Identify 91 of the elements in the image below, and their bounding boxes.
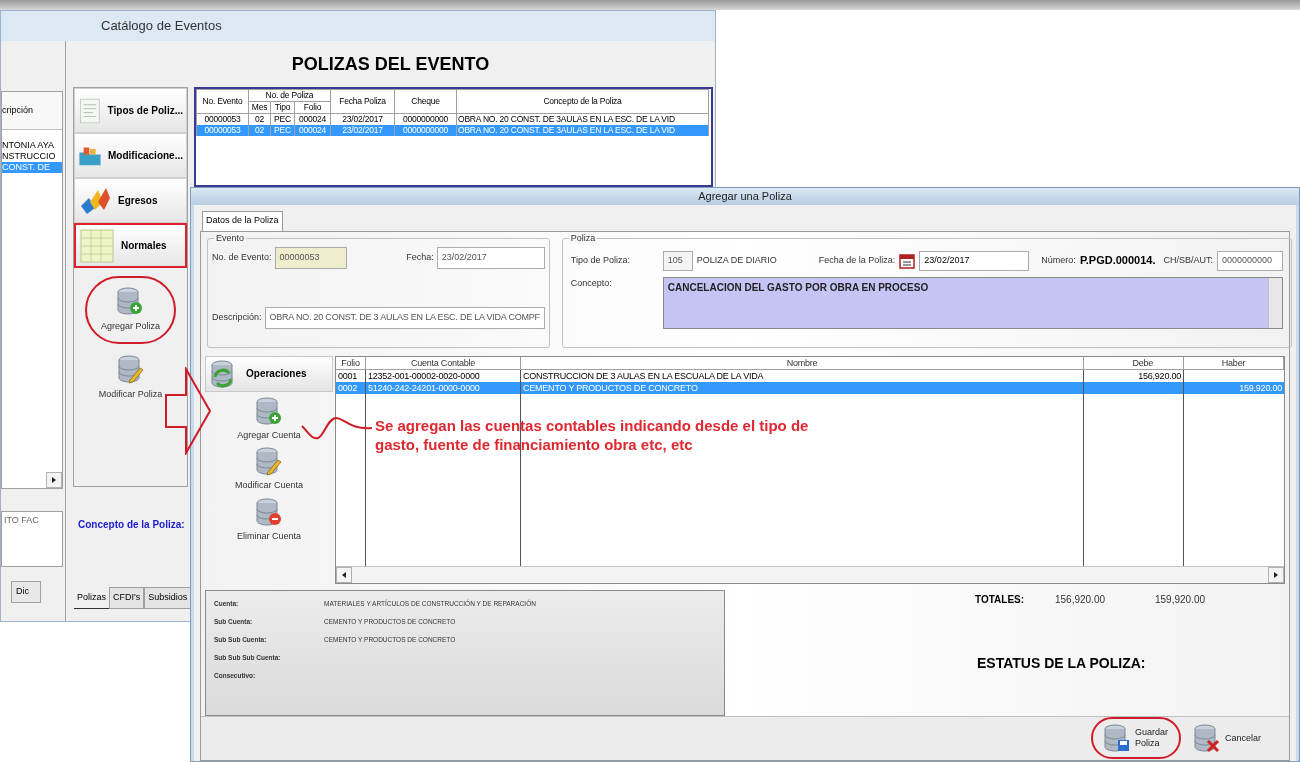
field-label: Descripción: bbox=[212, 310, 262, 324]
scroll-arrow-button[interactable] bbox=[1268, 566, 1284, 583]
database-icon bbox=[255, 496, 283, 527]
dialog-title: Agregar una Poliza bbox=[698, 189, 792, 204]
database-icon bbox=[1103, 723, 1131, 753]
tab[interactable]: Dic bbox=[11, 581, 41, 603]
type-name: POLIZA DE DIARIO bbox=[696, 253, 778, 267]
triangle-icon bbox=[340, 570, 348, 579]
table-row[interactable]: 0001 12352-001-00002-0020-0000 CONSTRUCCION DE 3 AULAS EN LA ESCUALA DE LA VIDA 156,920.00 bbox=[336, 369, 1284, 382]
table-cell-text: 159,920.00 bbox=[1238, 381, 1283, 394]
table-cell: 0000000000 bbox=[394, 125, 457, 136]
table-cell: 0002 bbox=[336, 381, 366, 394]
date-field[interactable]: 23/02/2017 bbox=[919, 250, 1030, 271]
action-button[interactable]: Agregar Poliza bbox=[100, 286, 160, 334]
field-label: Tipo de Poliza: bbox=[570, 253, 631, 267]
calendar-icon bbox=[899, 252, 916, 269]
database-icon bbox=[116, 286, 145, 316]
database-icon bbox=[1193, 723, 1221, 753]
action-button[interactable]: Agregar Cuenta bbox=[237, 395, 301, 442]
concept-label: Concepto de la Poliza: bbox=[78, 519, 185, 530]
totals-label: TOTALES: bbox=[975, 592, 1026, 607]
column-header: No. Evento bbox=[196, 89, 249, 114]
window-title: Catálogo de Eventos bbox=[101, 17, 222, 36]
policy-number: P.PGD.000014. bbox=[1079, 253, 1156, 269]
column-header: Concepto de la Poliza bbox=[456, 89, 709, 114]
action-button[interactable]: Modificar Cuenta bbox=[234, 446, 303, 493]
scrollbar[interactable] bbox=[1268, 277, 1283, 328]
tab[interactable]: Datos de la Poliza bbox=[202, 210, 283, 231]
table-cell: 51240-242-24201-0000-0000 bbox=[366, 381, 521, 394]
scroll-arrow-button[interactable] bbox=[46, 472, 62, 488]
status-label: ESTATUS DE LA POLIZA: bbox=[977, 654, 1146, 671]
column-header: Folio bbox=[294, 101, 331, 114]
triangle-icon bbox=[50, 476, 58, 484]
nav-button[interactable]: Modificacione... bbox=[74, 133, 187, 178]
concept-field[interactable]: CANCELACION DEL GASTO POR OBRA EN PROCESO bbox=[662, 276, 1284, 329]
table-cell: PEC bbox=[270, 125, 295, 136]
dialog-button[interactable]: Cancelar bbox=[1193, 723, 1259, 753]
total-debe: 156,920.00 bbox=[1055, 592, 1107, 607]
field-label: No. de Evento: bbox=[212, 250, 272, 264]
column-header: Cuenta Contable bbox=[366, 356, 521, 369]
field-label: Fecha de la Poliza: bbox=[818, 253, 896, 267]
description-field[interactable]: OBRA NO. 20 CONST. DE 3 AULAS EN LA ESC. DE LA VIDA COMPF bbox=[264, 306, 545, 329]
action-button[interactable]: Eliminar Cuenta bbox=[237, 496, 301, 543]
scroll-arrow-button[interactable] bbox=[336, 566, 352, 583]
column-header: Cheque bbox=[394, 89, 457, 114]
table-cell: CEMENTO Y PRODUCTOS DE CONCRETO bbox=[521, 381, 1084, 394]
database-icon bbox=[255, 446, 283, 476]
table-cell: CONSTRUCCION DE 3 AULAS EN LA ESCUALA DE LA VIDA bbox=[521, 369, 1084, 382]
nav-button[interactable]: Tipos de Poliz... bbox=[74, 88, 187, 133]
date-field[interactable]: 23/02/2017 bbox=[436, 246, 545, 269]
column-header: Mes bbox=[248, 101, 271, 114]
column-header: cripción bbox=[2, 92, 62, 130]
operations-button[interactable]: Operaciones bbox=[205, 355, 333, 392]
database-icon bbox=[116, 353, 145, 384]
table-cell: 02 bbox=[248, 125, 271, 136]
check-number-field[interactable]: 0000000000 bbox=[1217, 250, 1284, 271]
field-label: Concepto: bbox=[570, 276, 613, 290]
table-cell: OBRA NO. 20 CONST. DE 3AULAS EN LA ESC. DE LA VID bbox=[456, 125, 709, 136]
total-haber: 159,920.00 bbox=[1155, 592, 1206, 607]
list-row[interactable]: NSTRUCCIO bbox=[2, 151, 62, 162]
column-header: Folio bbox=[336, 356, 366, 369]
triangle-icon bbox=[1272, 570, 1280, 579]
action-button[interactable]: Modificar Poliza bbox=[98, 353, 163, 401]
text-field[interactable]: ITO FAC bbox=[1, 511, 63, 567]
nav-button[interactable]: Egresos bbox=[74, 178, 187, 223]
table-cell: 0001 bbox=[336, 369, 366, 382]
column-header: Nombre bbox=[521, 356, 1084, 369]
type-code-field[interactable]: 105 bbox=[662, 250, 693, 271]
field-label: Fecha: bbox=[406, 250, 434, 264]
spreadsheet-icon bbox=[79, 227, 115, 264]
dialog-button[interactable]: Guardar Poliza bbox=[1103, 723, 1169, 753]
tab[interactable]: Subsidios bbox=[144, 587, 192, 609]
panel-heading: POLIZAS DEL EVENTO bbox=[291, 52, 490, 76]
database-icon bbox=[255, 395, 283, 426]
column-header: Tipo bbox=[270, 101, 295, 114]
table-cell: 23/02/2017 bbox=[330, 125, 395, 136]
group-legend: Poliza bbox=[568, 231, 598, 245]
table-cell: 12352-001-00002-0020-0000 bbox=[366, 369, 521, 382]
table-cell: 000024 bbox=[294, 125, 331, 136]
tab[interactable]: CFDI's bbox=[109, 587, 145, 609]
nav-button[interactable]: Normales bbox=[74, 223, 187, 268]
table-cell: 00000053 bbox=[196, 125, 249, 136]
column-header: No. de Poliza bbox=[248, 89, 331, 102]
column-header: Haber bbox=[1184, 356, 1284, 369]
column-header: Fecha Poliza bbox=[330, 89, 395, 114]
event-number-field[interactable]: 00000053 bbox=[274, 246, 347, 269]
list-row[interactable]: NTONIA AYA bbox=[2, 140, 62, 151]
field-label: Número: bbox=[1041, 253, 1076, 267]
table-cell: 156,920.00 bbox=[1084, 369, 1184, 382]
column-header: Debe bbox=[1084, 356, 1184, 369]
field-label: CH/SB/AUT: bbox=[1163, 253, 1214, 267]
